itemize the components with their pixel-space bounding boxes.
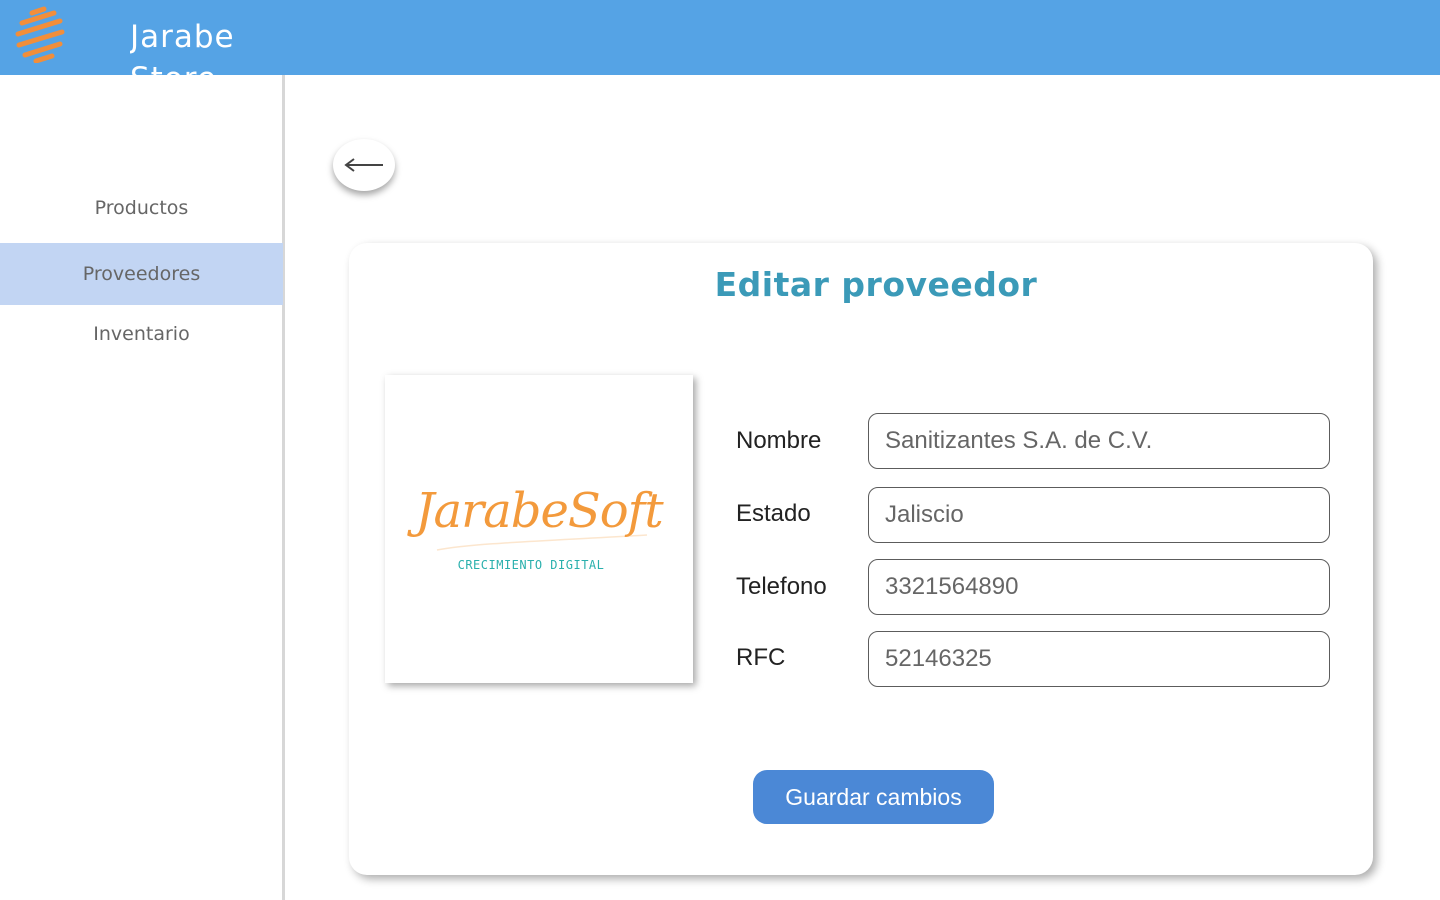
rfc-label: RFC [736,644,786,671]
top-header: Jarabe Store [0,0,1440,75]
image-brand-text: JarabeSoft [415,483,663,539]
state-input[interactable] [868,487,1330,543]
page-title: Editar proveedor [714,265,1038,304]
save-changes-button[interactable]: Guardar cambios [753,770,994,824]
name-input[interactable] [868,413,1330,469]
arrow-left-icon [344,158,383,172]
state-label: Estado [736,500,811,527]
sidebar-item-inventario[interactable]: Inventario [0,303,283,365]
name-label: Nombre [736,427,822,454]
image-tagline: CRECIMIENTO DIGITAL [457,558,605,572]
phone-label: Telefono [736,573,827,600]
rfc-input[interactable] [868,631,1330,687]
sidebar: Productos Proveedores Inventario [0,75,285,900]
supplier-logo-image[interactable]: JarabeSoft CRECIMIENTO DIGITAL [385,375,693,683]
app-brand-title[interactable]: Jarabe Store [130,16,245,75]
sidebar-item-productos[interactable]: Productos [0,177,283,239]
back-button[interactable] [333,139,395,191]
phone-input[interactable] [868,559,1330,615]
sidebar-item-proveedores[interactable]: Proveedores [0,243,283,305]
edit-supplier-card: Editar proveedor JarabeSoft CRECIMIENTO … [349,243,1373,875]
orange-sphere-icon[interactable] [14,5,66,64]
